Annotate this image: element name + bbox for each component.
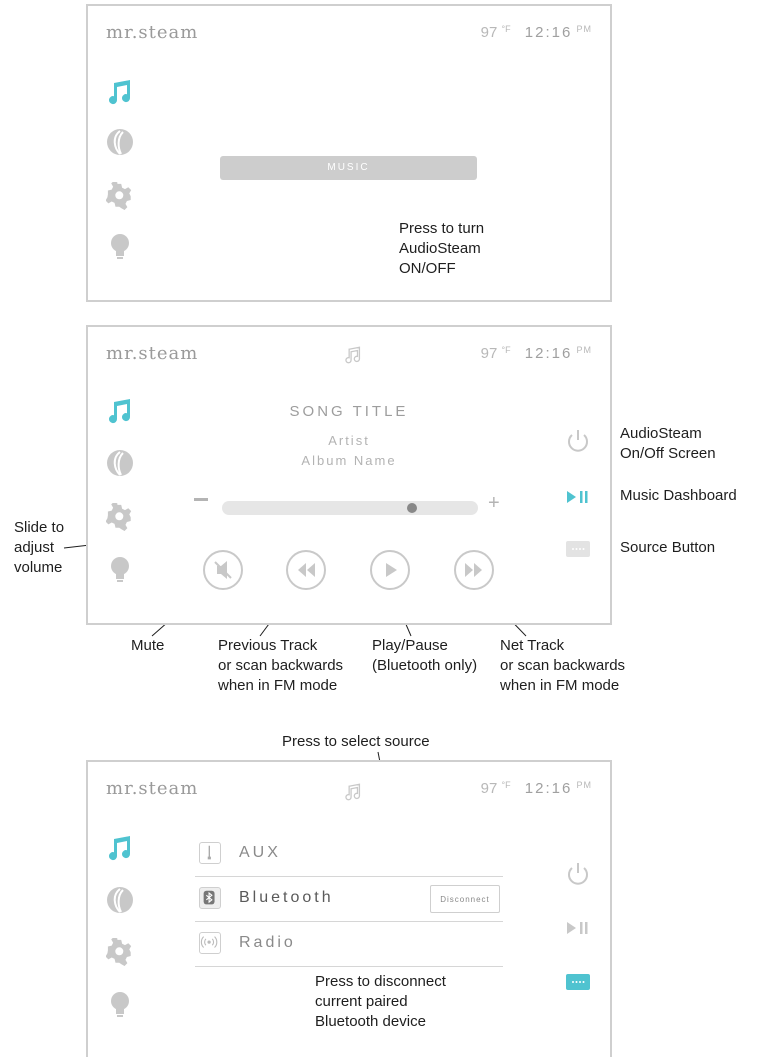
clock: 12:16 <box>524 345 573 362</box>
clock: 12:16 <box>524 780 573 797</box>
clock-ampm: PM <box>576 24 592 34</box>
screen-music-dashboard: mr.steam 97 °F 12:16 PM SONG TITLE Artis… <box>86 325 612 625</box>
clock-ampm: PM <box>576 780 592 790</box>
temperature: 97 °F <box>480 24 511 41</box>
volume-down-icon[interactable] <box>194 498 208 501</box>
callout-music-toggle: Press to turn AudioSteam ON/OFF <box>399 220 485 277</box>
song-artist: Artist <box>328 433 370 448</box>
power-button[interactable] <box>564 427 592 455</box>
source-label: AUX <box>239 844 281 861</box>
status-bar: 97 °F 12:16 PM <box>481 24 592 41</box>
label-previous: Previous Track or scan backwards when in… <box>218 637 344 694</box>
label-dashboard: Music Dashboard <box>620 487 737 504</box>
music-dashboard-button[interactable] <box>564 483 592 511</box>
music-note-icon <box>344 345 362 365</box>
source-list: AUX Bluetooth Disconnect Radio <box>195 832 503 967</box>
lightbulb-icon[interactable] <box>106 990 134 1018</box>
source-button[interactable] <box>564 535 592 563</box>
gear-icon[interactable] <box>106 938 134 966</box>
temperature: 97 °F <box>480 780 511 797</box>
volume-up-icon[interactable]: + <box>488 493 500 513</box>
lightbulb-icon[interactable] <box>106 555 134 583</box>
music-toggle-button[interactable]: MUSIC <box>220 156 477 180</box>
power-button[interactable] <box>564 860 592 888</box>
label-source: Source Button <box>620 539 716 556</box>
volume-slider-handle[interactable] <box>407 503 417 513</box>
logo: mr.steam <box>106 22 199 43</box>
previous-track-button[interactable] <box>286 550 326 590</box>
label-select-source: Press to select source <box>282 733 430 750</box>
source-button[interactable] <box>564 968 592 996</box>
source-label: Bluetooth <box>239 889 334 906</box>
disconnect-button[interactable]: Disconnect <box>430 885 500 913</box>
clock-ampm: PM <box>576 345 592 355</box>
label-mute: Mute <box>131 637 165 654</box>
logo: mr.steam <box>106 778 199 799</box>
label-power: AudioSteam On/Off Screen <box>620 425 716 462</box>
music-note-icon[interactable] <box>106 78 134 106</box>
song-title: SONG TITLE <box>289 403 409 420</box>
status-bar: 97 °F 12:16 PM <box>481 780 592 797</box>
music-note-icon[interactable] <box>106 834 134 862</box>
music-dashboard-button[interactable] <box>564 914 592 942</box>
label-disconnect: Press to disconnect current paired Bluet… <box>315 973 446 1030</box>
label-next: Net Track or scan backwards when in FM m… <box>500 637 626 694</box>
next-track-button[interactable] <box>454 550 494 590</box>
song-album: Album Name <box>301 453 397 468</box>
source-item-bluetooth[interactable]: Bluetooth Disconnect <box>195 877 503 922</box>
logo: mr.steam <box>106 343 199 364</box>
temperature: 97 °F <box>480 345 511 362</box>
clock: 12:16 <box>524 24 573 41</box>
steam-leaf-icon[interactable] <box>106 886 134 914</box>
steam-leaf-icon[interactable] <box>106 128 134 156</box>
label-play: Play/Pause (Bluetooth only) <box>372 637 478 674</box>
source-label: Radio <box>239 934 296 951</box>
gear-icon[interactable] <box>106 182 134 210</box>
source-item-radio[interactable]: Radio <box>195 922 503 967</box>
radio-icon <box>199 932 221 954</box>
music-note-icon <box>344 782 362 802</box>
volume-slider[interactable] <box>222 501 478 515</box>
lightbulb-icon[interactable] <box>106 232 134 260</box>
mute-button[interactable] <box>203 550 243 590</box>
screen-music-off: mr.steam 97 °F 12:16 PM MUSIC <box>86 4 612 302</box>
gear-icon[interactable] <box>106 503 134 531</box>
status-bar: 97 °F 12:16 PM <box>481 345 592 362</box>
aux-jack-icon <box>199 842 221 864</box>
source-item-aux[interactable]: AUX <box>195 832 503 877</box>
label-volume: Slide to adjust volume <box>14 519 65 576</box>
play-pause-button[interactable] <box>370 550 410 590</box>
bluetooth-icon <box>199 887 221 909</box>
